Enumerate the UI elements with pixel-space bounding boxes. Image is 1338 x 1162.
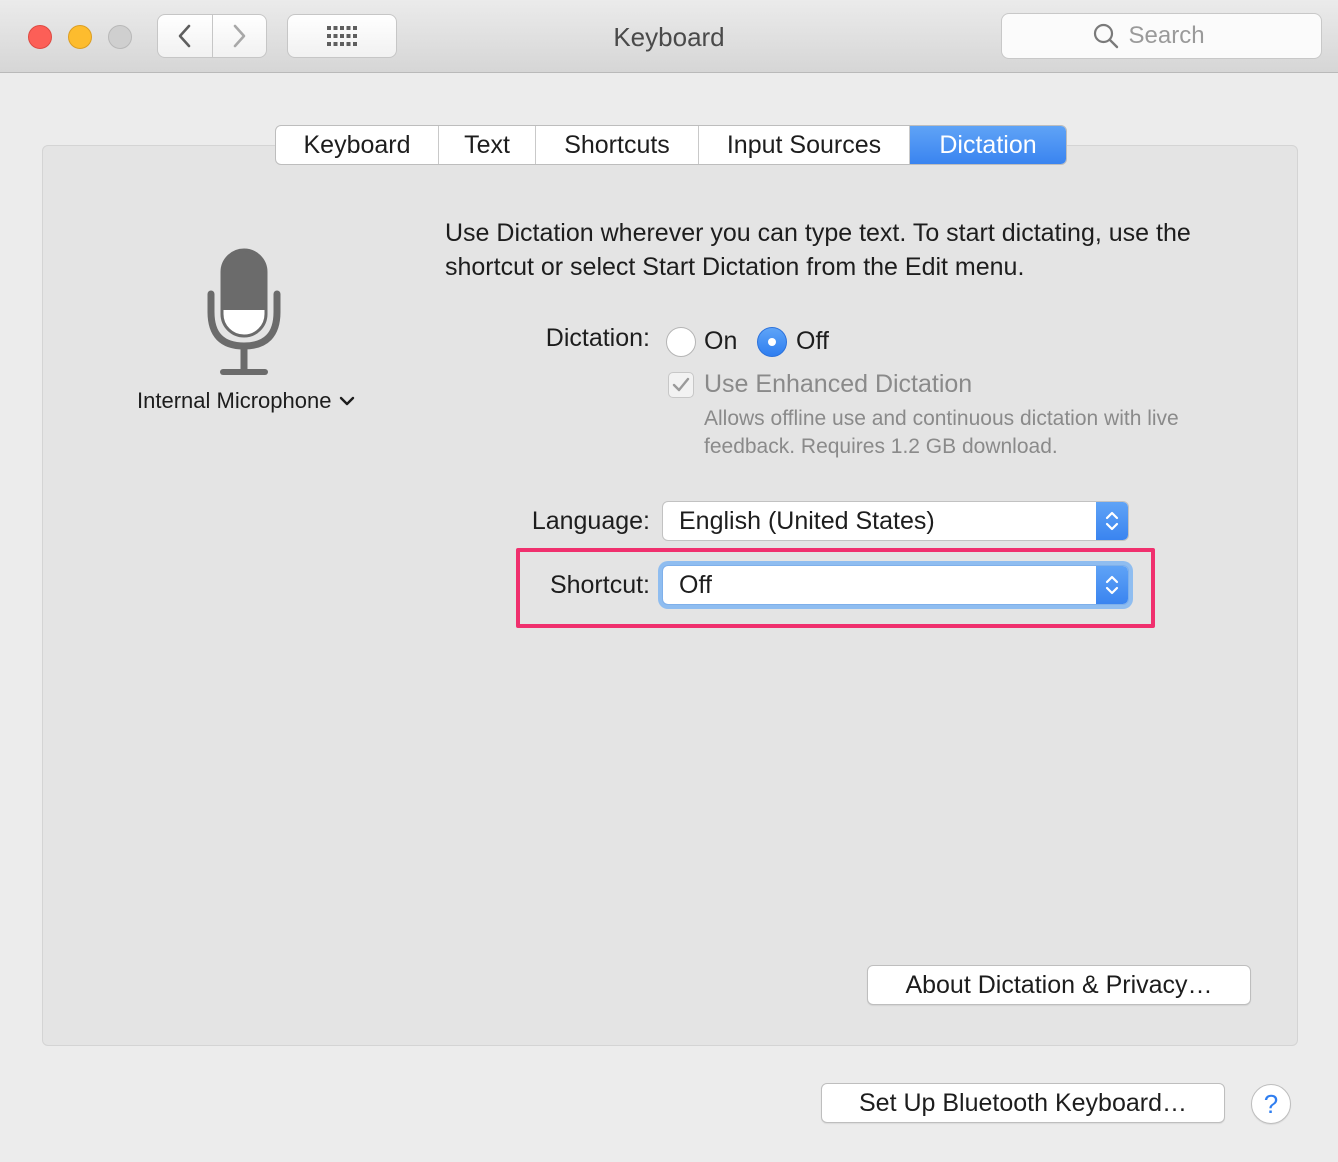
shortcut-label: Shortcut: [549, 571, 650, 599]
tab-keyboard[interactable]: Keyboard [276, 126, 438, 164]
tab-dictation[interactable]: Dictation [909, 126, 1066, 164]
set-up-bluetooth-keyboard-button[interactable]: Set Up Bluetooth Keyboard… [821, 1083, 1225, 1123]
dictation-off-label[interactable]: Off [796, 327, 829, 356]
back-forward-group [157, 14, 267, 58]
language-popup[interactable]: English (United States) [662, 501, 1129, 541]
language-label: Language: [531, 507, 650, 535]
tab-bar: Keyboard Text Shortcuts Input Sources Di… [275, 125, 1067, 165]
dictation-off-radio[interactable] [757, 327, 787, 357]
language-stepper [1096, 502, 1128, 540]
back-button[interactable] [158, 15, 212, 57]
tab-shortcuts[interactable]: Shortcuts [535, 126, 698, 164]
shortcut-popup[interactable]: Off [662, 565, 1129, 605]
shortcut-value: Off [679, 570, 712, 599]
up-down-arrows-icon [1105, 575, 1119, 595]
about-dictation-privacy-button[interactable]: About Dictation & Privacy… [867, 965, 1251, 1005]
help-button[interactable]: ? [1251, 1084, 1291, 1124]
grid-icon [327, 26, 357, 46]
chevron-down-icon [340, 396, 355, 406]
dictation-on-radio[interactable] [666, 327, 696, 357]
enhanced-dictation-label[interactable]: Use Enhanced Dictation [704, 370, 972, 399]
dictation-description: Use Dictation wherever you can type text… [445, 219, 1191, 281]
keyboard-preferences-window: Keyboard Keyboard Text Shortcuts Input S… [0, 0, 1338, 1162]
show-all-button[interactable] [287, 14, 397, 58]
microphone-icon [207, 248, 281, 375]
shortcut-stepper [1096, 566, 1128, 604]
microphone-source-menu[interactable]: Internal Microphone [137, 388, 355, 414]
tab-input-sources[interactable]: Input Sources [698, 126, 909, 164]
dictation-on-label[interactable]: On [704, 327, 737, 356]
dictation-label: Dictation: [545, 324, 650, 352]
search-field[interactable] [1001, 13, 1322, 59]
enhanced-dictation-description: Allows offline use and continuous dictat… [704, 407, 1179, 458]
title-bar: Keyboard [0, 0, 1338, 73]
close-window-button[interactable] [28, 25, 52, 49]
up-down-arrows-icon [1105, 511, 1119, 531]
chevron-left-icon [178, 24, 191, 48]
chevron-right-icon [233, 24, 246, 48]
forward-button[interactable] [211, 15, 267, 57]
language-value: English (United States) [679, 506, 935, 535]
microphone-source-label: Internal Microphone [137, 388, 332, 413]
search-input[interactable] [1126, 21, 1231, 51]
search-icon [1093, 23, 1118, 49]
enhanced-dictation-checkbox[interactable] [668, 372, 694, 398]
minimize-window-button[interactable] [68, 25, 92, 49]
zoom-window-button[interactable] [108, 25, 132, 49]
checkmark-icon [672, 377, 690, 392]
tab-text[interactable]: Text [438, 126, 535, 164]
